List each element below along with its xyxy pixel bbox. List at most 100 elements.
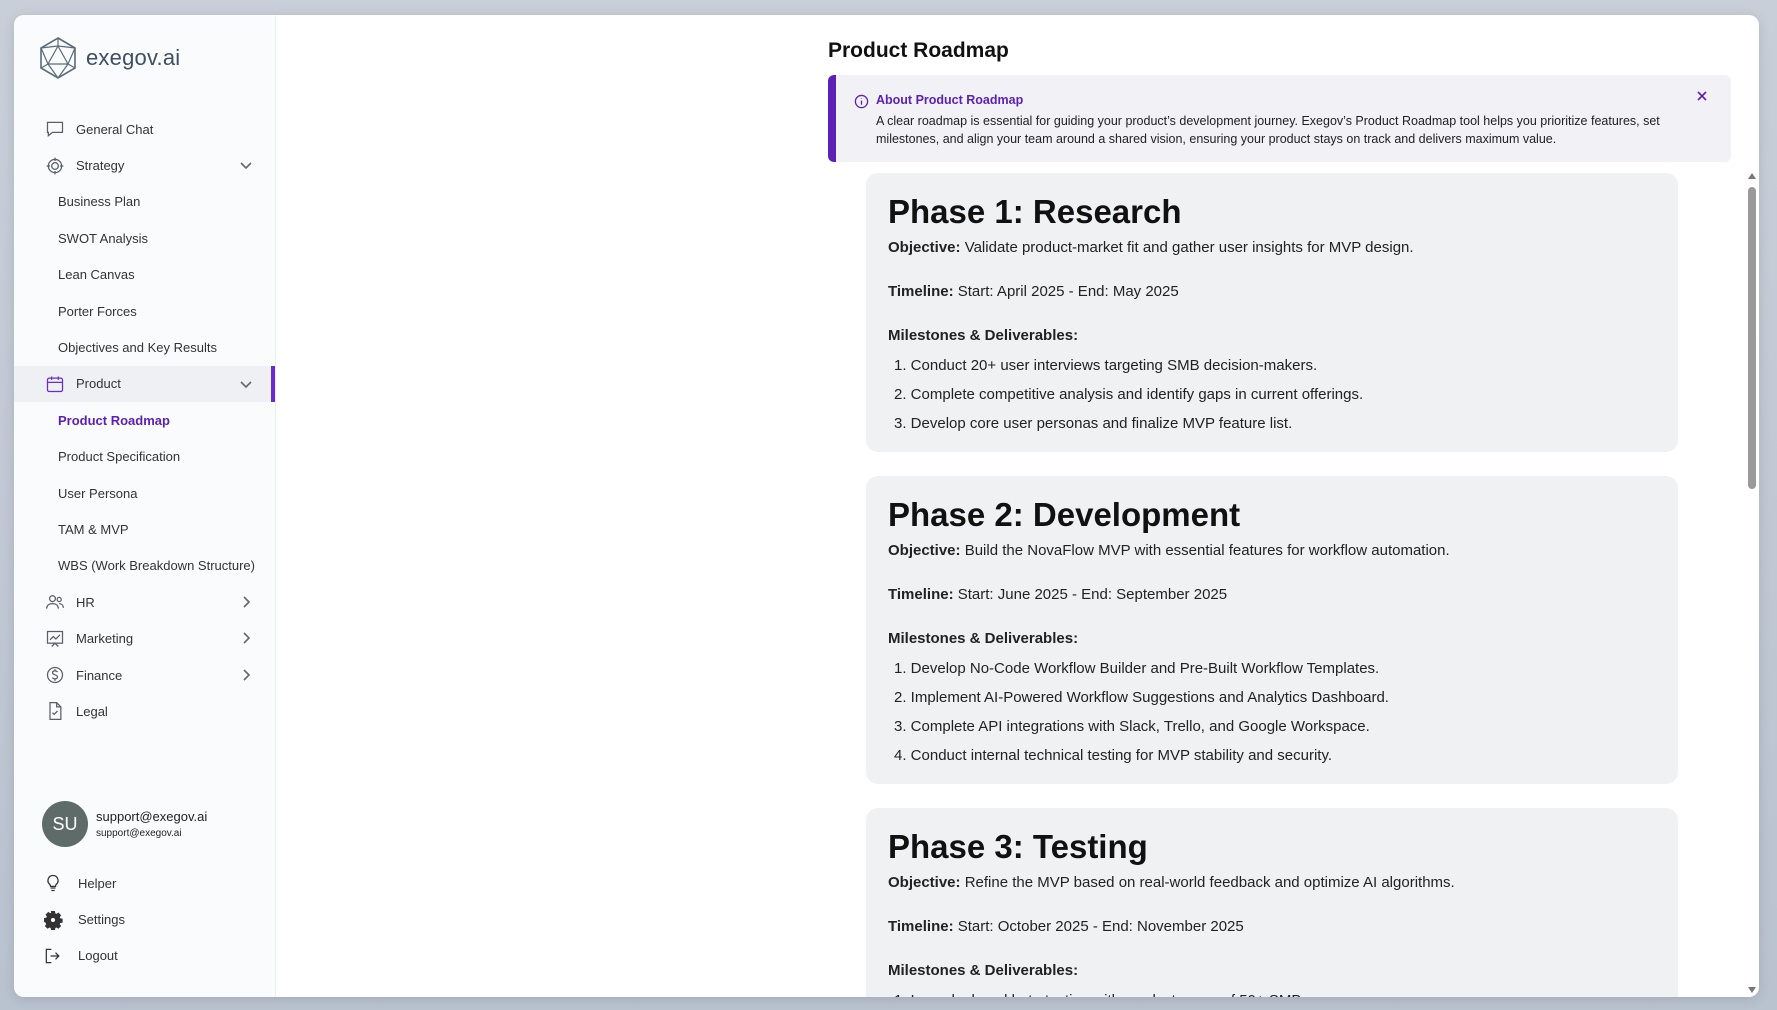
sidebar-item-helper[interactable]: Helper xyxy=(14,865,275,901)
logo[interactable]: exegov.ai xyxy=(38,36,180,80)
phase-title: Phase 2: Development xyxy=(888,496,1241,533)
user-profile[interactable]: SU support@exegov.ai support@exegov.ai xyxy=(42,801,207,847)
phase-objective: Objective: Validate product-market fit a… xyxy=(888,239,1656,257)
sidebar-item-porter-forces[interactable]: Porter Forces xyxy=(14,293,275,329)
sidebar: exegov.ai General Chat Strategy Business… xyxy=(14,15,276,997)
main-content: Product Roadmap About Product Roadmap A … xyxy=(276,15,1759,997)
sidebar-item-okr[interactable]: Objectives and Key Results xyxy=(14,329,275,365)
objective-text: Refine the MVP based on real-world feedb… xyxy=(964,874,1455,891)
chevron-right-icon[interactable] xyxy=(239,668,253,682)
milestone-item: 2. Implement AI-Powered Workflow Suggest… xyxy=(894,689,1389,706)
phase-objective: Objective: Refine the MVP based on real-… xyxy=(888,874,1656,892)
timeline-text: Start: April 2025 - End: May 2025 xyxy=(957,283,1179,300)
logo-icon xyxy=(40,37,76,79)
sidebar-item-product-roadmap[interactable]: Product Roadmap xyxy=(14,402,275,438)
users-icon xyxy=(44,591,66,613)
sidebar-item-finance[interactable]: Finance xyxy=(14,657,275,693)
milestone-item: 1. Conduct 20+ user interviews targeting… xyxy=(894,357,1318,374)
sidebar-item-general-chat[interactable]: General Chat xyxy=(14,111,275,147)
sidebar-item-user-persona[interactable]: User Persona xyxy=(14,475,275,511)
sidebar-item-marketing[interactable]: Marketing xyxy=(14,620,275,656)
sidebar-item-label: Strategy xyxy=(76,158,125,174)
sidebar-item-settings[interactable]: Settings xyxy=(14,901,275,937)
timeline-label: Timeline: xyxy=(888,918,954,935)
phase-timeline: Timeline: Start: October 2025 - End: Nov… xyxy=(888,918,1656,936)
sidebar-item-product[interactable]: Product xyxy=(14,365,275,403)
sidebar-item-label: General Chat xyxy=(76,121,154,137)
milestone-item: 4. Conduct internal technical testing fo… xyxy=(894,747,1332,764)
chat-icon xyxy=(44,118,66,140)
objective-text: Validate product-market fit and gather u… xyxy=(964,239,1414,256)
sidebar-item-label: Legal xyxy=(76,703,108,719)
objective-label: Objective: xyxy=(888,874,961,891)
chevron-right-icon[interactable] xyxy=(239,595,253,609)
milestones-title: Milestones & Deliverables: xyxy=(888,630,1079,647)
sidebar-item-label: Product xyxy=(76,376,121,392)
phase-title: Phase 3: Testing xyxy=(888,828,1148,865)
sidebar-item-business-plan[interactable]: Business Plan xyxy=(14,184,275,220)
timeline-label: Timeline: xyxy=(888,283,954,300)
phase-timeline: Timeline: Start: April 2025 - End: May 2… xyxy=(888,283,1656,301)
sidebar-item-label: Settings xyxy=(78,912,125,928)
sidebar-item-label: Finance xyxy=(76,667,123,683)
sidebar-item-tam-mvp[interactable]: TAM & MVP xyxy=(14,511,275,547)
scroll-up-arrow[interactable] xyxy=(1748,173,1756,179)
document-check-icon xyxy=(44,700,66,722)
phase-card: Phase 2: Development Objective: Build th… xyxy=(866,476,1678,784)
logout-icon xyxy=(42,945,64,967)
lightbulb-icon xyxy=(42,872,64,894)
sidebar-item-label: Marketing xyxy=(76,631,134,647)
milestones-list: 1. Develop No-Code Workflow Builder and … xyxy=(888,654,1656,770)
timeline-text: Start: June 2025 - End: September 2025 xyxy=(957,586,1228,603)
sidebar-item-swot-analysis[interactable]: SWOT Analysis xyxy=(14,220,275,256)
milestones-title: Milestones & Deliverables: xyxy=(888,962,1079,979)
gear-icon xyxy=(42,909,64,931)
sidebar-item-lean-canvas[interactable]: Lean Canvas xyxy=(14,257,275,293)
app-window: exegov.ai General Chat Strategy Business… xyxy=(14,15,1759,997)
phase-card: Phase 3: Testing Objective: Refine the M… xyxy=(866,808,1678,997)
milestones-list: 1. Conduct 20+ user interviews targeting… xyxy=(888,351,1656,438)
sidebar-item-label: HR xyxy=(76,594,95,610)
milestone-item: 1. Launch closed beta testing with a sel… xyxy=(888,986,1656,997)
user-email: support@exegov.ai xyxy=(96,828,182,839)
objective-label: Objective: xyxy=(888,239,961,256)
strategy-icon xyxy=(44,155,66,177)
sidebar-item-logout[interactable]: Logout xyxy=(14,938,275,974)
sidebar-bottom-nav: Helper Settings Logout xyxy=(14,865,275,974)
milestone-item: 2. Complete competitive analysis and ide… xyxy=(894,386,1364,403)
page-title: Product Roadmap xyxy=(828,39,1009,62)
chevron-right-icon[interactable] xyxy=(239,631,253,645)
phase-card: Phase 1: Research Objective: Validate pr… xyxy=(866,173,1678,452)
scrollbar[interactable] xyxy=(1747,173,1757,993)
timeline-label: Timeline: xyxy=(888,586,954,603)
phase-title: Phase 1: Research xyxy=(888,193,1182,230)
milestones-list: 1. Launch closed beta testing with a sel… xyxy=(888,986,1656,997)
scroll-thumb[interactable] xyxy=(1748,187,1756,489)
dollar-circle-icon xyxy=(44,664,66,686)
milestone-item: 1. Develop No-Code Workflow Builder and … xyxy=(894,660,1380,677)
timeline-text: Start: October 2025 - End: November 2025 xyxy=(957,918,1244,935)
milestones-title: Milestones & Deliverables: xyxy=(888,327,1079,344)
sidebar-item-label: Logout xyxy=(78,948,118,964)
objective-text: Build the NovaFlow MVP with essential fe… xyxy=(964,542,1450,559)
sidebar-item-label: Helper xyxy=(78,875,117,891)
sidebar-item-legal[interactable]: Legal xyxy=(14,693,275,729)
sidebar-item-wbs[interactable]: WBS (Work Breakdown Structure) xyxy=(14,548,275,584)
phase-objective: Objective: Build the NovaFlow MVP with e… xyxy=(888,542,1656,560)
info-text: A clear roadmap is essential for guiding… xyxy=(876,114,1660,146)
chevron-down-icon[interactable] xyxy=(239,377,253,391)
scroll-down-arrow[interactable] xyxy=(1748,987,1756,993)
roadmap-content: Phase 1: Research Objective: Validate pr… xyxy=(866,173,1678,997)
calendar-icon xyxy=(44,373,66,395)
sidebar-item-product-specification[interactable]: Product Specification xyxy=(14,439,275,475)
sidebar-item-hr[interactable]: HR xyxy=(14,584,275,620)
info-banner: About Product Roadmap A clear roadmap is… xyxy=(828,75,1731,162)
milestone-item: 3. Complete API integrations with Slack,… xyxy=(894,718,1370,735)
logo-text: exegov.ai xyxy=(86,45,181,70)
info-icon xyxy=(854,94,869,109)
phase-timeline: Timeline: Start: June 2025 - End: Septem… xyxy=(888,586,1656,604)
sidebar-item-strategy[interactable]: Strategy xyxy=(14,147,275,183)
close-icon[interactable] xyxy=(1695,89,1709,103)
chevron-down-icon[interactable] xyxy=(239,158,253,172)
milestone-item: 3. Develop core user personas and finali… xyxy=(894,415,1293,432)
